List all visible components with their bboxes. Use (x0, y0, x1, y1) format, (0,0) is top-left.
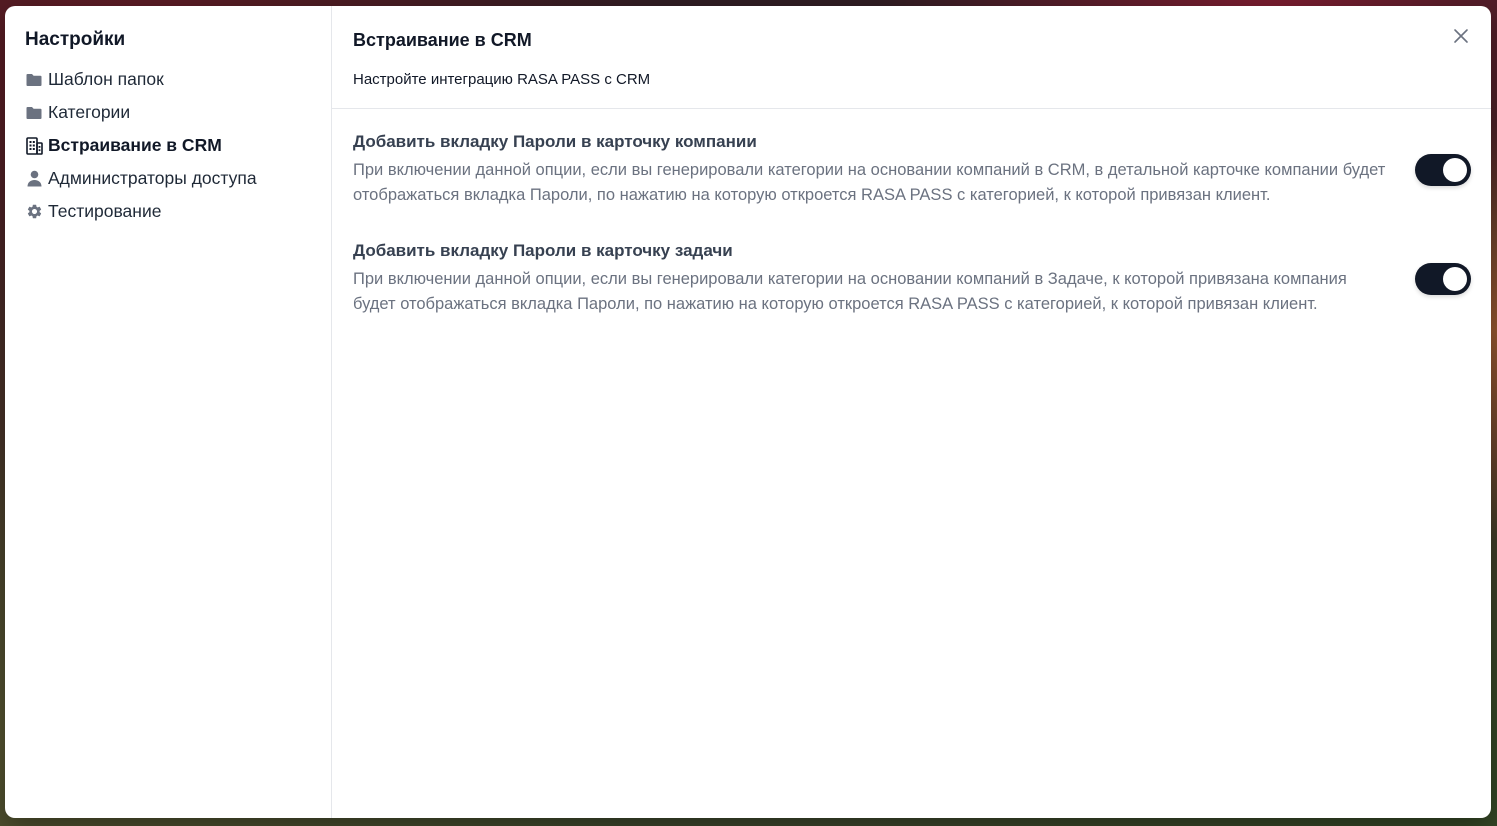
folder-icon (25, 104, 43, 122)
setting-text: Добавить вкладку Пароли в карточку компа… (353, 131, 1415, 208)
sidebar-item-testing[interactable]: Тестирование (25, 195, 331, 228)
page-subtitle: Настройте интеграцию RASA PASS с CRM (353, 71, 651, 88)
setting-description: При включении данной опции, если вы гене… (353, 270, 1347, 313)
close-icon (1454, 29, 1468, 43)
gear-icon (25, 203, 43, 221)
sidebar-item-crm-embedding[interactable]: Встраивание в CRM (25, 129, 331, 162)
task-card-toggle[interactable] (1415, 262, 1471, 295)
folder-icon (25, 71, 43, 89)
toggle-knob (1443, 266, 1467, 291)
settings-list: Добавить вкладку Пароли в карточку компа… (332, 109, 1491, 349)
sidebar-item-folder-template[interactable]: Шаблон папок (25, 63, 331, 96)
sidebar-item-label: Категории (48, 102, 131, 122)
sidebar-item-label: Тестирование (48, 201, 162, 221)
setting-title: Добавить вкладку Пароли в карточку задач… (353, 241, 733, 260)
sidebar-item-categories[interactable]: Категории (25, 96, 331, 129)
page-title: Встраивание в CRM (353, 30, 532, 50)
sidebar-item-label: Шаблон папок (48, 69, 164, 89)
settings-main-panel: Встраивание в CRM Настройте интеграцию R… (332, 6, 1491, 818)
setting-task-card-tab: Добавить вкладку Пароли в карточку задач… (353, 240, 1471, 317)
setting-text: Добавить вкладку Пароли в карточку задач… (353, 240, 1415, 317)
toggle-knob (1443, 157, 1467, 182)
settings-dialog: Настройки Шаблон папок Категории Встраив… (5, 6, 1491, 818)
setting-title: Добавить вкладку Пароли в карточку компа… (353, 132, 757, 151)
sidebar-item-access-admins[interactable]: Администраторы доступа (25, 162, 331, 195)
sidebar-item-label: Администраторы доступа (48, 168, 257, 188)
building-icon (25, 136, 43, 155)
company-card-toggle[interactable] (1415, 153, 1471, 186)
panel-header: Встраивание в CRM Настройте интеграцию R… (332, 6, 1491, 109)
user-icon (25, 170, 43, 188)
sidebar-title: Настройки (25, 29, 126, 50)
setting-company-card-tab: Добавить вкладку Пароли в карточку компа… (353, 131, 1471, 208)
settings-sidebar: Настройки Шаблон папок Категории Встраив… (5, 6, 332, 818)
close-button[interactable] (1451, 26, 1471, 46)
setting-description: При включении данной опции, если вы гене… (353, 161, 1386, 204)
sidebar-item-label: Встраивание в CRM (48, 135, 222, 155)
